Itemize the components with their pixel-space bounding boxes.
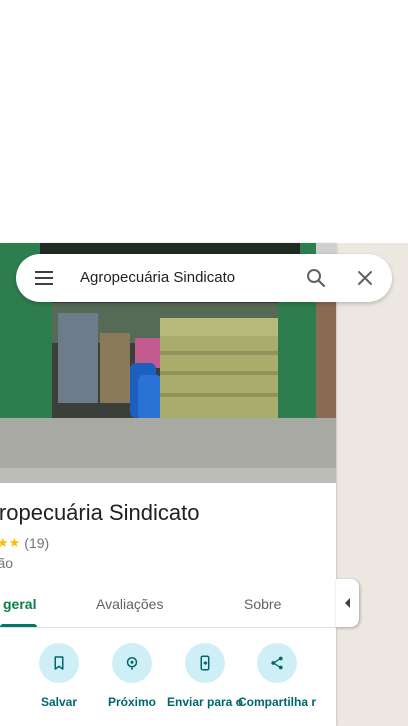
chevron-left-icon xyxy=(344,598,350,608)
rating-stars: ★★★★★ xyxy=(0,535,21,550)
share-label: Compartilha r xyxy=(237,695,316,709)
search-icon[interactable] xyxy=(304,266,328,290)
search-box[interactable]: Agropecuária Sindicato xyxy=(16,254,392,302)
rating-row[interactable]: ★★★★★ (19) xyxy=(0,535,49,551)
nearby-icon xyxy=(112,643,152,683)
tab-reviews[interactable]: Avaliações xyxy=(96,596,163,612)
nearby-label: Próximo xyxy=(107,695,156,709)
close-icon[interactable] xyxy=(353,266,377,290)
send-to-phone-label: Enviar para o xyxy=(166,695,244,709)
nearby-button[interactable]: Próximo xyxy=(92,643,172,709)
share-icon xyxy=(257,643,297,683)
send-to-phone-icon xyxy=(185,643,225,683)
collapse-panel-button[interactable] xyxy=(336,579,359,627)
tab-indicator xyxy=(0,624,37,627)
directions-label: s xyxy=(0,695,20,709)
place-panel: Agropecuária Sindicato ★★★★★ (19) ração … xyxy=(0,243,336,726)
send-to-phone-button[interactable]: Enviar para o xyxy=(165,643,245,709)
share-button[interactable]: Compartilha r xyxy=(237,643,317,709)
menu-icon[interactable] xyxy=(32,268,56,288)
rating-count[interactable]: (19) xyxy=(24,535,49,551)
save-label: Salvar xyxy=(40,695,78,709)
save-button[interactable]: Salvar xyxy=(19,643,99,709)
tab-bar: geral Avaliações Sobre xyxy=(0,583,336,628)
place-title: Agropecuária Sindicato xyxy=(0,500,200,525)
tab-about[interactable]: Sobre xyxy=(244,596,281,612)
bookmark-icon xyxy=(39,643,79,683)
place-category[interactable]: ração xyxy=(0,555,13,571)
tab-overview[interactable]: geral xyxy=(3,596,36,612)
map-background[interactable] xyxy=(336,243,408,726)
directions-button[interactable]: s xyxy=(0,643,20,709)
search-input[interactable]: Agropecuária Sindicato xyxy=(80,269,235,286)
